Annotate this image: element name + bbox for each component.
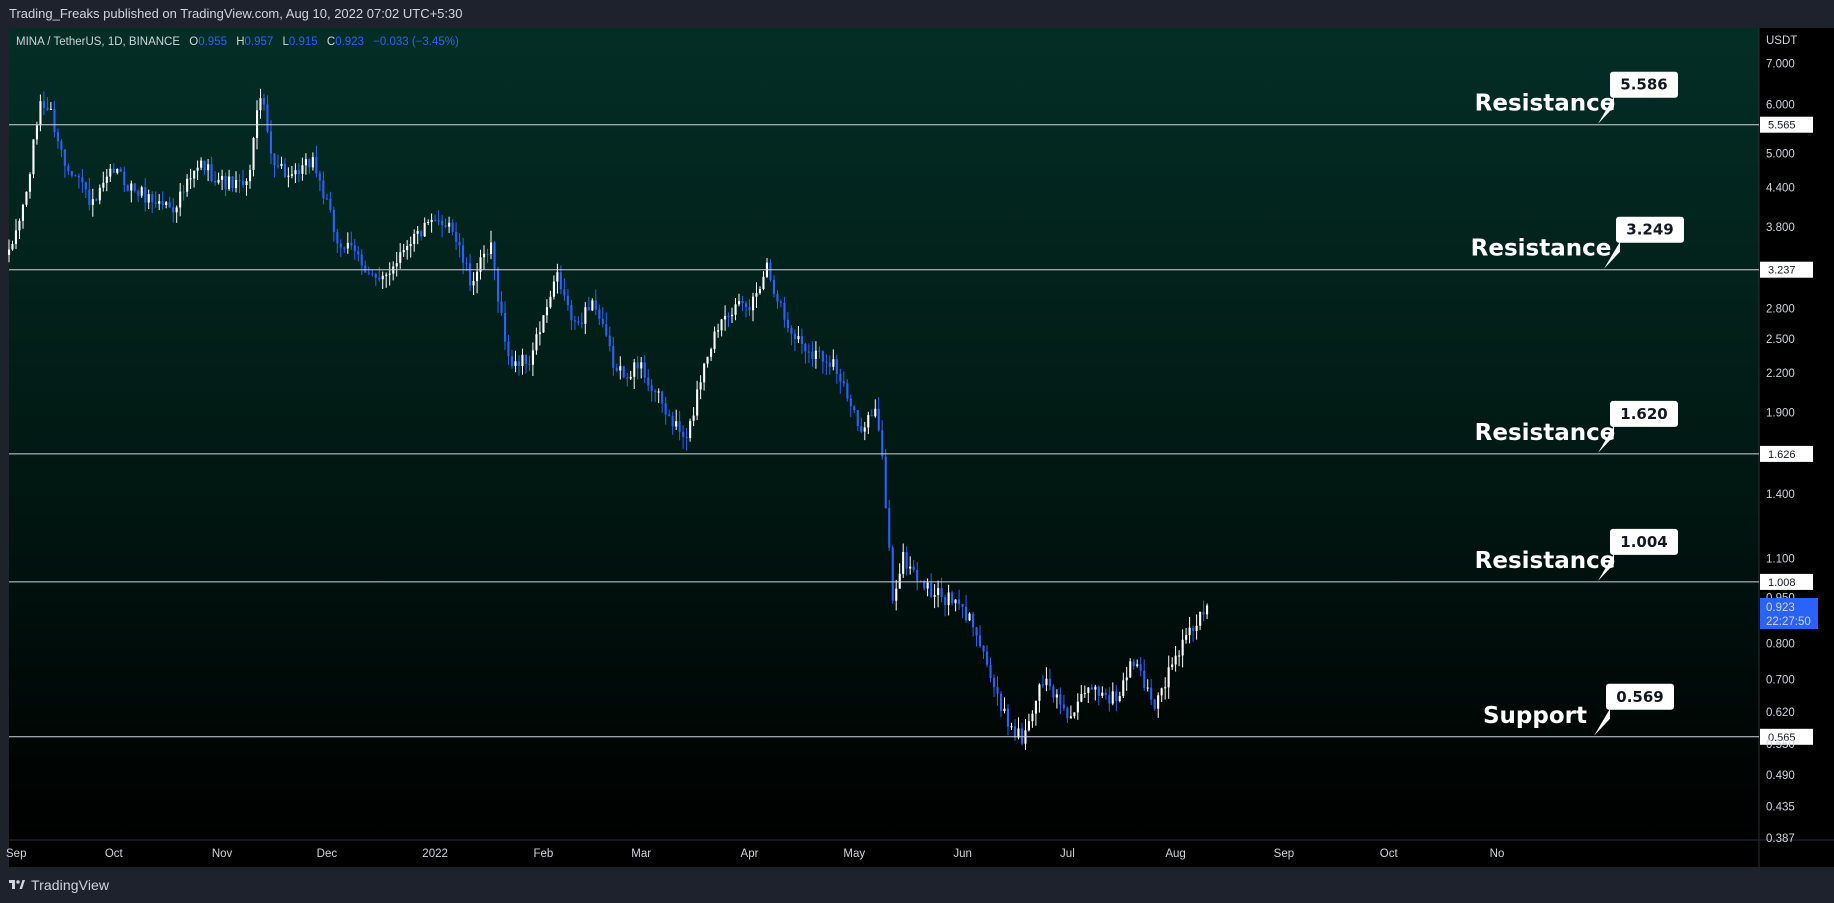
candle-34 — [126, 184, 129, 192]
x-tick-label-7: Apr — [741, 848, 759, 860]
x-tick-label-9: Jun — [953, 848, 972, 860]
y-tick-label-8: 1.900 — [1766, 407, 1795, 419]
x-tick-label-10: Jul — [1060, 848, 1075, 860]
y-tick-label-12: 0.800 — [1766, 639, 1795, 651]
footer-bar: TradingView — [0, 867, 1834, 903]
legend-symbol: MINA / TetherUS, 1D, BINANCE — [16, 36, 180, 48]
x-tick-label-14: No — [1490, 848, 1505, 860]
y-tick-label-15: 0.550 — [1766, 739, 1795, 751]
x-tick-label-8: May — [843, 848, 865, 860]
candle-153 — [542, 315, 545, 333]
legend-open-value: 0.955 — [198, 36, 227, 48]
legend-close-label: C — [327, 36, 335, 48]
level-callout-4: 0.569 — [1616, 688, 1663, 706]
time-axis: Sep Oct Nov Dec 2022 Feb Mar Apr May Jun Jul Aug Sep… — [6, 848, 1504, 860]
y-tick-label-7: 2.200 — [1766, 368, 1795, 380]
chart-legend: MINA / TetherUS, 1D, BINANCE O0.955 H0.9… — [16, 36, 459, 48]
current-price-value: 0.923 — [1766, 602, 1795, 614]
level-label-1: Resistance — [1471, 236, 1612, 262]
level-label-2: Resistance — [1475, 420, 1616, 446]
x-tick-label-4: 2022 — [422, 848, 448, 860]
level-label-3: Resistance — [1475, 548, 1616, 574]
legend-high-value: 0.957 — [245, 36, 274, 48]
x-tick-label-11: Aug — [1165, 848, 1185, 860]
legend-close-value: 0.923 — [335, 36, 364, 48]
y-tick-label-10: 1.100 — [1766, 554, 1795, 566]
y-tick-label-9: 1.400 — [1766, 489, 1795, 501]
level-axis-label-0: 5.565 — [1768, 120, 1796, 132]
y-tick-label-17: 0.435 — [1766, 802, 1795, 814]
candle-270 — [951, 590, 954, 606]
tradingview-logo-icon[interactable] — [9, 877, 25, 893]
y-tick-label-16: 0.490 — [1766, 770, 1795, 782]
candle-5 — [25, 191, 28, 207]
y-tick-label-4: 3.800 — [1766, 222, 1795, 234]
level-label-0: Resistance — [1475, 91, 1616, 117]
level-callout-0: 5.586 — [1620, 76, 1667, 94]
candle-251 — [884, 448, 887, 509]
y-tick-label-0: 7.000 — [1766, 58, 1795, 70]
x-tick-label-2: Nov — [212, 848, 233, 860]
y-tick-label-3: 4.400 — [1766, 183, 1795, 195]
x-tick-label-6: Mar — [631, 848, 651, 860]
x-tick-label-3: Dec — [317, 848, 338, 860]
y-tick-label-18: 0.387 — [1766, 833, 1795, 845]
level-axis-label-1: 3.237 — [1768, 265, 1796, 277]
level-callout-1: 3.249 — [1626, 221, 1673, 239]
chart-window: Trading_Freaks published on TradingView.… — [0, 0, 1834, 903]
level-axis-label-2: 1.626 — [1768, 449, 1796, 461]
footer-brand[interactable]: TradingView — [31, 877, 109, 893]
level-callout-3: 1.004 — [1620, 533, 1667, 551]
candle-253 — [891, 545, 894, 604]
level-label-4: Support — [1483, 703, 1587, 729]
candle-218 — [769, 259, 772, 282]
x-tick-label-13: Oct — [1380, 848, 1399, 860]
y-tick-label-13: 0.700 — [1766, 674, 1795, 686]
candle-7 — [32, 139, 35, 179]
level-axis-label-3: 1.008 — [1768, 577, 1796, 589]
y-tick-label-5: 2.800 — [1766, 304, 1795, 316]
y-tick-label-1: 6.000 — [1766, 100, 1795, 112]
axis-unit: USDT — [1766, 35, 1797, 47]
price-chart[interactable]: Resistance5.5865.565Resistance3.2493.237… — [0, 0, 1834, 903]
current-price-badge: 0.923 22:27:50 — [1760, 598, 1818, 629]
x-tick-label-0: Sep — [6, 848, 26, 860]
legend-low-value: 0.915 — [289, 36, 318, 48]
legend-change: −0.033 (−3.45%) — [373, 36, 459, 48]
x-tick-label-1: Oct — [105, 848, 124, 860]
level-callout-2: 1.620 — [1620, 405, 1667, 423]
candle-176 — [622, 365, 625, 379]
legend-open-label: O — [189, 36, 198, 48]
y-tick-label-6: 2.500 — [1766, 334, 1795, 346]
current-price-countdown: 22:27:50 — [1766, 616, 1811, 628]
y-tick-label-2: 5.000 — [1766, 148, 1795, 160]
legend-high-label: H — [236, 36, 244, 48]
x-tick-label-5: Feb — [533, 848, 553, 860]
y-tick-label-14: 0.620 — [1766, 707, 1795, 719]
x-tick-label-12: Sep — [1274, 848, 1294, 860]
